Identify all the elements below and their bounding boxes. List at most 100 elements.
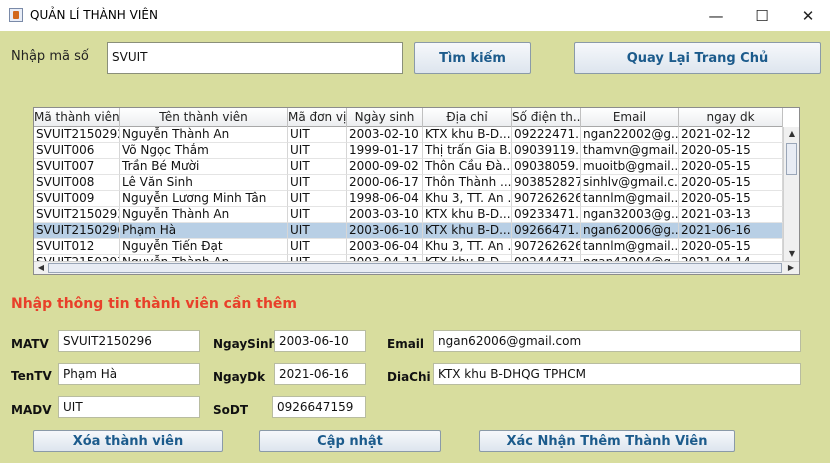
table-cell[interactable]: 2020-05-15 (679, 191, 783, 207)
table-cell[interactable]: ngan62006@g... (581, 223, 679, 239)
table-cell[interactable]: UIT (288, 143, 347, 159)
confirm-add-member-button[interactable]: Xác Nhận Thêm Thành Viên (479, 430, 735, 452)
table-cell[interactable]: Nguyễn Lương Minh Tân (120, 191, 288, 207)
table-cell[interactable]: Thôn Thành ... (423, 175, 512, 191)
table-cell[interactable]: sinhlv@gmail.c... (581, 175, 679, 191)
scroll-down-icon[interactable]: ▼ (784, 247, 799, 261)
column-header[interactable]: Email (581, 108, 679, 127)
maximize-button[interactable]: ☐ (739, 0, 785, 31)
table-cell[interactable]: 09222471... (512, 127, 581, 143)
table-cell[interactable]: SVUIT008 (34, 175, 120, 191)
madv-field[interactable]: UIT (58, 396, 200, 418)
table-cell[interactable]: 09038059... (512, 159, 581, 175)
table-cell[interactable]: ngan22002@g... (581, 127, 679, 143)
table-cell[interactable]: Võ Ngọc Thắm (120, 143, 288, 159)
table-cell[interactable]: 2000-06-17 (347, 175, 423, 191)
table-cell[interactable]: UIT (288, 175, 347, 191)
table-cell[interactable]: 09039119... (512, 143, 581, 159)
table-cell[interactable]: 2003-06-04 (347, 239, 423, 255)
table-cell[interactable]: 2020-05-15 (679, 143, 783, 159)
column-header[interactable]: Mã thành viên (34, 108, 120, 127)
table-cell[interactable]: UIT (288, 159, 347, 175)
table-cell[interactable]: 907262626 (512, 191, 581, 207)
table-cell[interactable]: 2003-02-10 (347, 127, 423, 143)
table-cell[interactable]: muoitb@gmail.... (581, 159, 679, 175)
table-row[interactable]: SVUIT008 Lê Văn Sinh UIT 2000-06-17 Thôn Thà… (34, 175, 783, 191)
vertical-scroll-thumb[interactable] (786, 143, 797, 175)
table-cell[interactable]: Nguyễn Tiến Đạt (120, 239, 288, 255)
table-cell[interactable]: 1998-06-04 (347, 191, 423, 207)
table-cell[interactable]: 2003-06-10 (347, 223, 423, 239)
table-cell[interactable]: ngan32003@g... (581, 207, 679, 223)
table-cell[interactable]: Khu 3, TT. An ... (423, 239, 512, 255)
scroll-up-icon[interactable]: ▲ (784, 127, 799, 141)
search-input[interactable]: SVUIT (107, 42, 403, 74)
table-cell[interactable]: SVUIT2150296 (34, 223, 120, 239)
table-cell[interactable]: 2020-05-15 (679, 239, 783, 255)
tentv-field[interactable]: Phạm Hà (58, 363, 200, 385)
column-header[interactable]: Tên thành viên (120, 108, 288, 127)
table-cell[interactable]: KTX khu B-D... (423, 223, 512, 239)
table-cell[interactable]: 2020-05-15 (679, 175, 783, 191)
table-row[interactable]: SVUIT009 Nguyễn Lương Minh Tân UIT 1998-06-… (34, 191, 783, 207)
column-header[interactable]: ngay dk (679, 108, 783, 127)
table-cell[interactable]: SVUIT012 (34, 239, 120, 255)
sodt-field[interactable]: 0926647159 (272, 396, 366, 418)
table-cell[interactable]: tannlm@gmail.... (581, 239, 679, 255)
vertical-scrollbar[interactable]: ▲ ▼ (783, 127, 799, 261)
table-cell[interactable]: Nguyễn Thành An (120, 207, 288, 223)
horizontal-scrollbar[interactable]: ◀ ▶ (34, 261, 799, 274)
scroll-left-icon[interactable]: ◀ (34, 262, 48, 274)
table-cell[interactable]: 2021-03-13 (679, 207, 783, 223)
update-button[interactable]: Cập nhật (259, 430, 441, 452)
table-cell[interactable]: 2020-05-15 (679, 159, 783, 175)
table-cell[interactable]: thamvn@gmail... (581, 143, 679, 159)
table-cell[interactable]: UIT (288, 191, 347, 207)
table-cell[interactable]: SVUIT2150293 (34, 207, 120, 223)
table-cell[interactable]: 2000-09-02 (347, 159, 423, 175)
table-cell[interactable]: 2021-06-16 (679, 223, 783, 239)
table-cell[interactable]: SVUIT006 (34, 143, 120, 159)
table-cell[interactable]: Khu 3, TT. An ... (423, 191, 512, 207)
table-cell[interactable]: Phạm Hà (120, 223, 288, 239)
scroll-right-icon[interactable]: ▶ (784, 262, 798, 274)
table-row[interactable]: SVUIT012 Nguyễn Tiến Đạt UIT 2003-06-04 Khu … (34, 239, 783, 255)
table-row[interactable]: SVUIT2150292 Nguyễn Thành An UIT 2003-02-10… (34, 127, 783, 143)
table-cell[interactable]: Nguyễn Thành An (120, 127, 288, 143)
table-cell[interactable]: SVUIT2150292 (34, 127, 120, 143)
table-cell[interactable]: 09266471... (512, 223, 581, 239)
table-cell[interactable]: 2003-03-10 (347, 207, 423, 223)
table-cell[interactable]: Lê Văn Sinh (120, 175, 288, 191)
search-button[interactable]: Tìm kiếm (414, 42, 531, 74)
table-cell[interactable]: 903852827 (512, 175, 581, 191)
table-cell[interactable]: KTX khu B-D... (423, 127, 512, 143)
diachi-field[interactable]: KTX khu B-DHQG TPHCM (433, 363, 801, 385)
matv-field[interactable]: SVUIT2150296 (58, 330, 200, 352)
table-cell[interactable]: Thị trấn Gia B... (423, 143, 512, 159)
table-row[interactable]: SVUIT006 Võ Ngọc Thắm UIT 1999-01-17 Thị trấ… (34, 143, 783, 159)
table-cell[interactable]: UIT (288, 223, 347, 239)
table-cell[interactable]: 907262626 (512, 239, 581, 255)
table-cell[interactable]: Thôn Cầu Đà... (423, 159, 512, 175)
table-cell[interactable]: 1999-01-17 (347, 143, 423, 159)
ngaysinh-field[interactable]: 2003-06-10 (274, 330, 366, 352)
minimize-button[interactable]: — (693, 0, 739, 31)
email-field[interactable]: ngan62006@gmail.com (433, 330, 801, 352)
home-button[interactable]: Quay Lại Trang Chủ (574, 42, 821, 74)
table-cell[interactable]: 2021-02-12 (679, 127, 783, 143)
table-row[interactable]: SVUIT2150293 Nguyễn Thành An UIT 2003-03-10… (34, 207, 783, 223)
table-cell[interactable]: SVUIT009 (34, 191, 120, 207)
table-row[interactable]: SVUIT2150296 Phạm Hà UIT 2003-06-10 KTX khu … (34, 223, 783, 239)
table-cell[interactable]: KTX khu B-D... (423, 207, 512, 223)
table-cell[interactable]: SVUIT007 (34, 159, 120, 175)
table-cell[interactable]: UIT (288, 127, 347, 143)
column-header[interactable]: Ngày sinh (347, 108, 423, 127)
ngaydk-field[interactable]: 2021-06-16 (274, 363, 366, 385)
table-cell[interactable]: UIT (288, 207, 347, 223)
table-cell[interactable]: Trần Bé Mười (120, 159, 288, 175)
table-cell[interactable]: 09233471... (512, 207, 581, 223)
delete-member-button[interactable]: Xóa thành viên (33, 430, 223, 452)
horizontal-scroll-thumb[interactable] (48, 263, 782, 273)
table-cell[interactable]: UIT (288, 239, 347, 255)
table-row[interactable]: SVUIT007 Trần Bé Mười UIT 2000-09-02 Thôn Cầ… (34, 159, 783, 175)
